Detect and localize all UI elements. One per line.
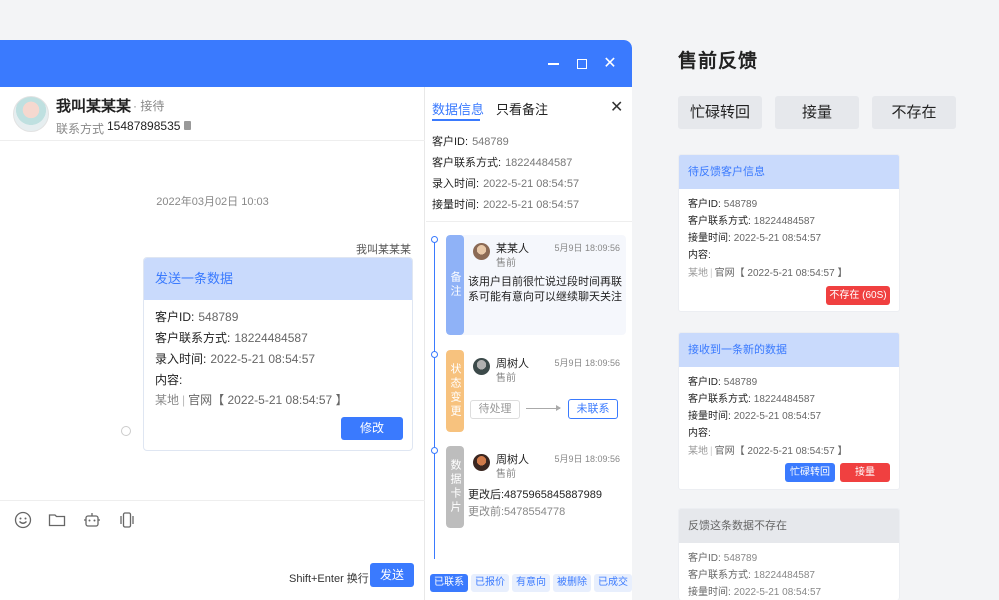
card-time-row: 接量时间: 2022-5-21 08:54:57: [688, 411, 822, 422]
phone-label: 联系方式: [56, 122, 105, 136]
feedback-card-not-exist: 反馈这条数据不存在 客户ID: 548789 客户联系方式: 18224484587…: [678, 508, 900, 600]
changed-before: 更改前:5478554778: [468, 506, 566, 518]
card-contact-row: 客户联系方式: 18224484587: [688, 570, 815, 581]
arrow-right-icon: [526, 405, 561, 411]
timeline-dot: [431, 351, 438, 358]
busy-return-button[interactable]: 忙碌转回: [678, 96, 762, 129]
card-id-row: 客户ID: 548789: [688, 553, 758, 564]
card-contact-row: 客户联系方式: 18224484587: [688, 216, 815, 227]
edit-button[interactable]: 修改: [341, 417, 403, 440]
chip-contacted[interactable]: 已联系: [430, 574, 468, 592]
emoji-icon[interactable]: [14, 511, 32, 529]
card-id-row: 客户ID: 548789: [688, 199, 758, 210]
robot-icon[interactable]: [83, 511, 101, 529]
timeline-role: 售前: [496, 469, 516, 480]
message-timestamp: 2022年03月02日 10:03: [156, 196, 269, 208]
card-entry-row: 录入时间: 2022-5-21 08:54:57: [155, 352, 316, 366]
card-title: 发送一条数据: [144, 258, 412, 300]
select-radio[interactable]: [121, 426, 131, 436]
card-time-row: 接量时间: 2022-5-21 08:54:57: [688, 587, 822, 598]
minimize-icon[interactable]: [543, 54, 563, 74]
card-time-row: 接量时间: 2022-5-21 08:54:57: [688, 233, 822, 244]
close-icon[interactable]: ✕: [600, 54, 620, 74]
timeline-role: 售前: [496, 373, 516, 384]
avatar: [473, 358, 490, 375]
card-content-label: 内容:: [155, 373, 183, 387]
status-chip-bar: 已联系已报价有意向被删除已成交客: [430, 572, 632, 592]
timeline-dot: [431, 447, 438, 454]
phone-number: 15487898535: [107, 119, 181, 133]
data-message-card: 发送一条数据 客户ID: 548789 客户联系方式: 18224484587 录入…: [143, 257, 413, 451]
tab-notes-only[interactable]: 只看备注: [496, 99, 548, 118]
card-source: 某地 | 官网【 2022-5-21 08:54:57 】: [688, 268, 848, 279]
timeline-card-data: 数据卡片 周树人 售前 5月9日 18:09:56 更改后:4875965845…: [446, 446, 626, 528]
chip-interested[interactable]: 有意向: [512, 574, 550, 592]
feedback-title: 售前反馈: [678, 51, 759, 72]
timeline-time: 5月9日 18:09:56: [554, 243, 620, 253]
chat-toolbar: [0, 500, 425, 542]
card-source: 某地 | 官网【 2022-5-21 08:54:57 】: [688, 446, 848, 457]
timeline-line: [434, 239, 435, 559]
data-info-panel: 数据信息 只看备注 ✕ 客户ID: 548789 客户联系方式: 182244845…: [426, 87, 632, 600]
info-row: 录入时间: 2022-5-21 08:54:57: [432, 178, 580, 190]
busy-return-small-button[interactable]: 忙碌转回: [785, 463, 835, 482]
chip-quoted[interactable]: 已报价: [471, 574, 509, 592]
divider: [426, 221, 632, 222]
vibrate-icon[interactable]: [118, 511, 136, 529]
status-from: 待处理: [470, 400, 520, 419]
note-text: 该用户目前很忙说过段时间再联系可能有意向可以继续聊天关注: [468, 276, 622, 303]
status-tag: 状态变更: [446, 350, 464, 432]
avatar: [473, 243, 490, 260]
feedback-card-new: 接收到一条新的数据 客户ID: 548789 客户联系方式: 18224484587…: [678, 332, 900, 490]
card-id-row: 客户ID: 548789: [155, 310, 239, 324]
changed-after: 更改后:4875965845887989: [468, 489, 602, 501]
timeline-card-note: 备注 某某人 售前 5月9日 18:09:56 该用户目前很忙说过段时间再联系可…: [446, 235, 626, 335]
feedback-card-pending: 待反馈客户信息 客户ID: 548789 客户联系方式: 18224484587 接…: [678, 154, 900, 312]
message-sender: 我叫某某某: [356, 244, 411, 256]
info-row: 客户ID: 548789: [432, 136, 509, 148]
timeline-dot: [431, 236, 438, 243]
card-contact-row: 客户联系方式: 18224484587: [688, 394, 815, 405]
card-header: 反馈这条数据不存在: [679, 509, 899, 543]
card-content-label: 内容:: [688, 250, 711, 261]
info-row: 客户联系方式: 18224484587: [432, 157, 573, 169]
card-source: 某地 | 官网【 2022-5-21 08:54:57 】: [155, 393, 348, 407]
send-hint: Shift+Enter 换行: [289, 573, 369, 585]
window-titlebar: ✕: [0, 40, 632, 87]
active-tab-indicator: [432, 119, 480, 121]
contact-name: 我叫某某某: [56, 98, 132, 115]
avatar: [473, 454, 490, 471]
folder-icon[interactable]: [48, 511, 66, 529]
timeline-role: 售前: [496, 258, 516, 269]
chat-window: ✕ 我叫某某某 · 接待 联系方式 15487898535 2022年03月02…: [0, 40, 632, 600]
data-card-tag: 数据卡片: [446, 446, 464, 528]
not-exist-button[interactable]: 不存在: [872, 96, 956, 129]
accept-small-button[interactable]: 接量: [840, 463, 890, 482]
card-id-row: 客户ID: 548789: [688, 377, 758, 388]
panel-close-icon[interactable]: ✕: [610, 97, 623, 117]
maximize-icon[interactable]: [572, 54, 592, 74]
not-exist-countdown-button[interactable]: 不存在 (60S): [826, 286, 890, 305]
avatar: [13, 96, 49, 132]
tab-data-info[interactable]: 数据信息: [432, 99, 484, 118]
card-content-label: 内容:: [688, 428, 711, 439]
note-tag: 备注: [446, 235, 464, 335]
info-row: 接量时间: 2022-5-21 08:54:57: [432, 199, 580, 211]
chat-area: 我叫某某某 · 接待 联系方式 15487898535 2022年03月02日 …: [0, 87, 425, 600]
status-to: 未联系: [568, 399, 618, 419]
accept-button[interactable]: 接量: [775, 96, 859, 129]
card-header: 待反馈客户信息: [679, 155, 899, 189]
timeline-card-status: 状态变更 周树人 售前 5月9日 18:09:56 待处理 未联系: [446, 350, 626, 432]
timeline-time: 5月9日 18:09:56: [554, 358, 620, 368]
card-contact-row: 客户联系方式: 18224484587: [155, 331, 308, 345]
contact-status: · 接待: [133, 99, 165, 113]
chat-header: 我叫某某某 · 接待 联系方式 15487898535: [0, 87, 425, 141]
timeline-time: 5月9日 18:09:56: [554, 454, 620, 464]
copy-icon[interactable]: [184, 121, 191, 130]
card-header: 接收到一条新的数据: [679, 333, 899, 367]
send-button[interactable]: 发送: [370, 563, 414, 587]
chip-closed[interactable]: 已成交: [594, 574, 632, 592]
chip-deleted[interactable]: 被删除: [553, 574, 591, 592]
